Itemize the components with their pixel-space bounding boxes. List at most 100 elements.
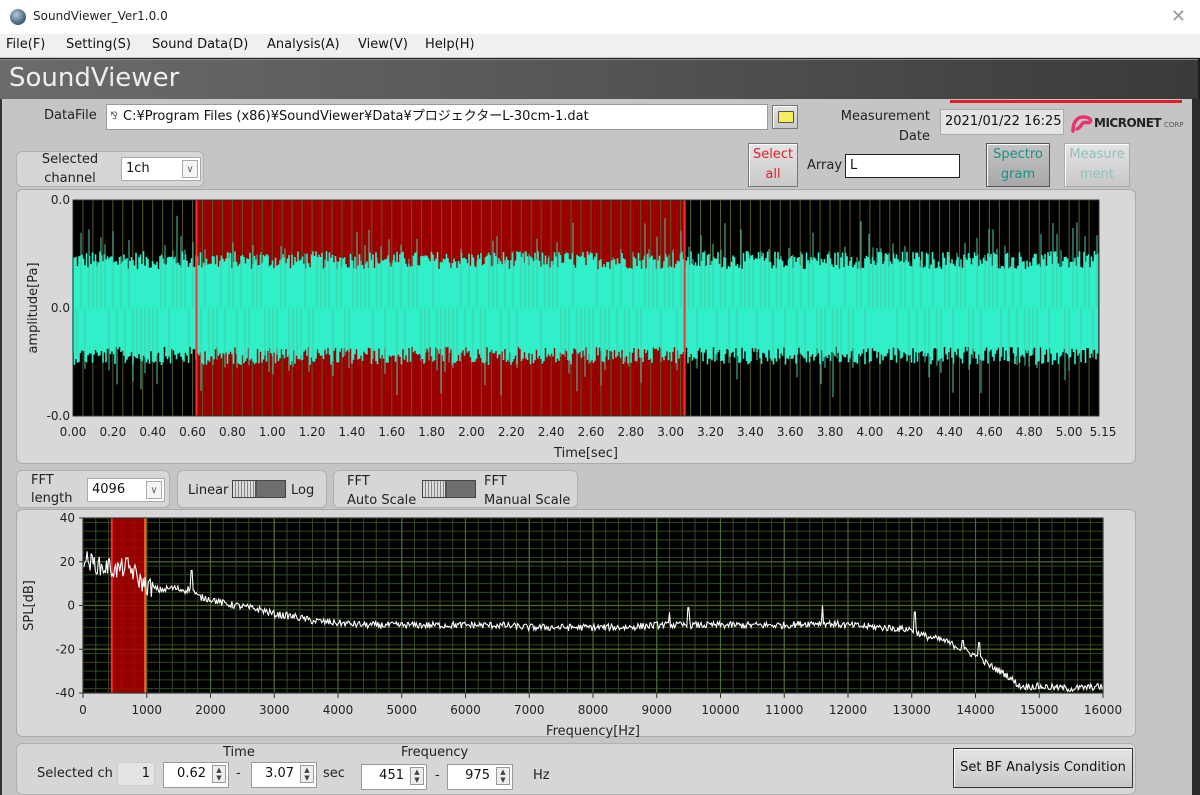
x-tick-label: 16000 (1084, 703, 1122, 717)
manual-scale-label-1: FFT (484, 474, 507, 489)
accent-line (950, 100, 1182, 103)
freq-end-spinner[interactable]: 975 ▲ ▼ (447, 764, 513, 790)
spectrogram-button[interactable]: Spectro gram (986, 143, 1050, 187)
fft-length-group: FFT length 4096 ∨ (16, 470, 170, 508)
measurement-label-1: Measurement (840, 109, 930, 124)
measurement-button[interactable]: Measure ment (1064, 143, 1130, 187)
y-tick-label: 0.0 (51, 301, 70, 315)
waveform-panel: 0.0 0.0 -0.0 0.00 0.20 0.40 0.60 0.80 1.00 1.20 1.… (16, 189, 1136, 464)
select-all-button[interactable]: Select all (748, 143, 798, 187)
freq-start-spinner[interactable]: 451 ▲ ▼ (361, 764, 427, 790)
channel-label-1: Selected (41, 152, 99, 167)
x-tick-label: 3.20 (697, 425, 724, 439)
banner-title: SoundViewer (9, 63, 180, 93)
chevron-down-icon[interactable]: ∨ (182, 160, 198, 178)
toggle-knob[interactable] (233, 481, 257, 497)
fft-length-select[interactable]: 4096 ∨ (87, 478, 165, 502)
menu-bar: File(F) Setting(S) Sound Data(D) Analysi… (0, 34, 1200, 58)
datafile-path-field[interactable]: ⅋ C:¥Program Files (x86)¥SoundViewer¥Dat… (106, 104, 768, 130)
spinner-arrows-icon[interactable]: ▲ ▼ (212, 765, 226, 783)
selected-ch-value: 1 (117, 762, 155, 786)
waveform-chart[interactable]: 0.0 0.0 -0.0 0.00 0.20 0.40 0.60 0.80 1.00 1.20 1.… (17, 190, 1137, 465)
x-tick-label: 12000 (829, 703, 867, 717)
time-start-spinner[interactable]: 0.62 ▲ ▼ (163, 762, 229, 788)
menu-setting[interactable]: Setting(S) (66, 37, 131, 52)
array-input[interactable]: L (845, 154, 960, 178)
datafile-label: DataFile (44, 108, 97, 123)
window-edge (1192, 99, 1200, 795)
channel-group: Selected channel 1ch ∨ (16, 151, 204, 187)
menu-file[interactable]: File(F) (6, 37, 45, 52)
time-start-value: 0.62 (177, 766, 206, 781)
window-title: SoundViewer_Ver1.0.0 (33, 9, 168, 23)
scale-toggle-group: Linear Log (177, 470, 327, 508)
menu-sound-data[interactable]: Sound Data(D) (152, 37, 248, 52)
x-tick-label: 4.00 (857, 425, 884, 439)
time-unit: sec (323, 766, 345, 781)
x-tick-label: 0.00 (60, 425, 87, 439)
micronet-logo-mark-icon (1071, 115, 1093, 133)
window-titlebar: SoundViewer_Ver1.0.0 ✕ (0, 0, 1200, 34)
x-tick-label: 0.40 (139, 425, 166, 439)
freq-dash: - (435, 768, 440, 783)
x-tick-label: 7000 (514, 703, 545, 717)
x-tick-label: 2000 (195, 703, 226, 717)
channel-select[interactable]: 1ch ∨ (121, 157, 201, 181)
frequency-selection-region (111, 518, 146, 693)
x-tick-label: 0.60 (179, 425, 206, 439)
browse-folder-button[interactable] (772, 105, 798, 129)
array-label: Array (807, 158, 843, 173)
spinner-arrows-icon[interactable]: ▲ ▼ (410, 767, 424, 785)
x-tick-label: 2.60 (578, 425, 605, 439)
channel-label-2: channel (44, 171, 96, 186)
y-tick-label: -40 (55, 686, 75, 700)
x-tick-label: 10000 (701, 703, 739, 717)
x-tick-label: 2.80 (617, 425, 644, 439)
x-tick-label: 9000 (641, 703, 672, 717)
freq-end-value: 975 (465, 768, 490, 783)
menu-help[interactable]: Help(H) (425, 37, 475, 52)
y-axis-label: amplitude[Pa] (26, 262, 41, 353)
toggle-knob[interactable] (423, 481, 447, 497)
menu-analysis[interactable]: Analysis(A) (267, 37, 340, 52)
spinner-arrows-icon[interactable]: ▲ ▼ (496, 767, 510, 785)
linear-log-toggle[interactable] (232, 480, 286, 498)
y-tick-label: 0 (67, 599, 75, 613)
set-bf-analysis-button[interactable]: Set BF Analysis Condition (953, 748, 1133, 788)
selected-ch-label: Selected ch (37, 766, 113, 781)
logo-text: MICRONET (1094, 116, 1162, 130)
y-axis-label: SPL[dB] (22, 580, 37, 631)
fft-length-label-1: FFT (31, 473, 54, 488)
spectrum-panel: 40 20 0 -20 -40 0 1000 2000 3000 4000 5000 6000 7000… (16, 509, 1137, 739)
y-tick-label: 40 (60, 511, 75, 525)
x-tick-label: 2.40 (538, 425, 565, 439)
spectrum-chart[interactable]: 40 20 0 -20 -40 0 1000 2000 3000 4000 5000 6000 7000… (17, 510, 1137, 739)
x-tick-label: 0 (79, 703, 87, 717)
chevron-down-icon[interactable]: ∨ (146, 481, 162, 499)
x-tick-label: 0.20 (99, 425, 126, 439)
x-tick-label: 3.40 (737, 425, 764, 439)
x-tick-label: 1.80 (418, 425, 445, 439)
y-tick-label: 20 (60, 555, 75, 569)
close-icon[interactable]: ✕ (1171, 6, 1186, 27)
manual-scale-label-2: Manual Scale (484, 493, 571, 508)
time-end-value: 3.07 (265, 766, 294, 781)
fft-length-value: 4096 (92, 482, 126, 497)
x-tick-label: 4.60 (976, 425, 1003, 439)
spinner-arrows-icon[interactable]: ▲ ▼ (300, 765, 314, 783)
auto-manual-toggle[interactable] (422, 480, 476, 498)
x-tick-label: 5.00 (1056, 425, 1083, 439)
logo-suffix: CORP (1164, 121, 1184, 129)
x-tick-label: 4.40 (936, 425, 963, 439)
measurement-date-field: 2021/01/22 16:25 (940, 109, 1064, 135)
menu-view[interactable]: View(V) (358, 37, 408, 52)
x-tick-label: 1.00 (259, 425, 286, 439)
time-end-spinner[interactable]: 3.07 ▲ ▼ (251, 762, 317, 788)
x-tick-label: 4.20 (896, 425, 923, 439)
y-tick-label: -0.0 (47, 409, 70, 423)
x-tick-label: 13000 (893, 703, 931, 717)
y-tick-label: -20 (55, 642, 75, 656)
frequency-label: Frequency (401, 745, 469, 760)
x-tick-label: 3.80 (817, 425, 844, 439)
main-panel: DataFile ⅋ C:¥Program Files (x86)¥SoundV… (0, 99, 1200, 795)
